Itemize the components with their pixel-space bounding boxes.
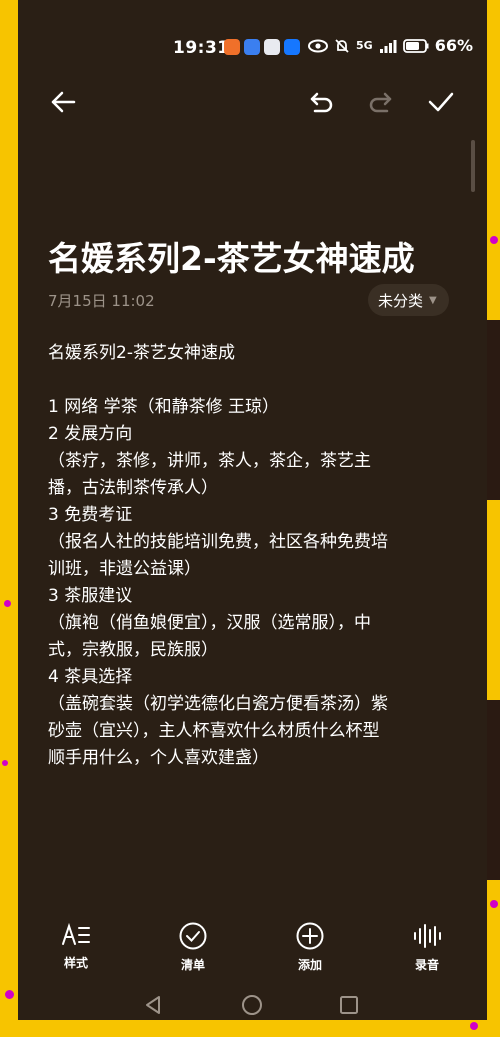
notification-icons (224, 39, 300, 55)
body-line: 名媛系列2-茶艺女神速成 (48, 343, 235, 363)
alipay-icon (284, 39, 300, 55)
system-nav-bar (18, 990, 487, 1020)
record-label: 录音 (414, 958, 439, 972)
add-button[interactable]: 添加 (275, 922, 345, 973)
system-icons: 5G 66% (308, 36, 473, 55)
eye-icon (308, 39, 328, 52)
body-line: 砂壶（宜兴），主人杯喜欢什么材质什么杯型 (48, 721, 380, 741)
audio-wave-icon (414, 924, 441, 948)
battery-icon (402, 38, 429, 53)
body-line: 4 茶具选择 (48, 667, 133, 687)
body-line: （旗袍（俏鱼娘便宜），汉服（选常服），中 (48, 613, 371, 633)
done-button[interactable] (419, 80, 463, 124)
decorative-dot (470, 1022, 478, 1030)
scrollbar[interactable] (471, 140, 475, 192)
body-line: 3 免费考证 (48, 505, 133, 525)
body-line: 训班，非遗公益课） (48, 559, 201, 579)
decorative-dot (2, 760, 8, 766)
note-title[interactable]: 名媛系列2-茶艺女神速成 (48, 232, 415, 280)
triangle-back-icon (146, 996, 160, 1014)
decorative-dot (490, 900, 498, 908)
app-icon-blue (244, 39, 260, 55)
body-line: 式，宗教服，民族服） (48, 640, 218, 660)
text-style-icon (62, 922, 90, 945)
app-icon-orange (224, 39, 240, 55)
background-photo-edge (486, 320, 500, 500)
body-line: （茶疗，茶修，讲师，茶人，茶企，茶艺主 (48, 451, 371, 471)
chevron-down-icon: ▼ (429, 294, 437, 306)
status-time: 19:31 (173, 38, 230, 58)
phone-screen: 19:31 5G 66% 名媛系列2-茶艺女神速成 7月15日 11:02 未分… (18, 0, 487, 1020)
signal-icon (379, 39, 397, 53)
redo-button[interactable] (358, 80, 402, 124)
add-label: 添加 (297, 958, 322, 972)
body-line: 2 发展方向 (48, 424, 133, 444)
body-line: 顺手用什么，个人喜欢建盏） (48, 748, 269, 768)
style-button[interactable]: 样式 (41, 922, 111, 971)
nav-recents-button[interactable] (334, 990, 364, 1020)
nav-back-button[interactable] (138, 990, 168, 1020)
arrow-left-icon (51, 91, 76, 113)
square-recents-icon (340, 996, 358, 1014)
body-line: （盖碗套装（初学选德化白瓷方便看茶汤）紫 (48, 694, 388, 714)
add-circle-icon (296, 922, 324, 950)
decorative-dot (4, 600, 11, 607)
bottom-toolbar: 样式 清单 添加 录音 (18, 922, 487, 982)
checkmark-icon (428, 92, 454, 112)
mute-icon (335, 38, 349, 53)
decorative-dot (5, 990, 14, 999)
style-label: 样式 (63, 956, 88, 970)
body-line: （报名人社的技能培训免费，社区各种免费培 (48, 532, 388, 552)
note-date: 7月15日 11:02 (48, 292, 155, 310)
checklist-icon (179, 922, 207, 950)
back-button[interactable] (41, 80, 85, 124)
body-line: 播，古法制茶传承人） (48, 478, 218, 498)
undo-icon (310, 92, 333, 113)
background-photo-edge (486, 700, 500, 880)
redo-icon (369, 92, 392, 113)
battery-level: 66% (434, 36, 473, 55)
decorative-dot (490, 236, 498, 244)
circle-home-icon (242, 995, 262, 1015)
category-label: 未分类 (378, 291, 424, 310)
checklist-label: 清单 (180, 958, 205, 972)
category-selector[interactable]: 未分类 ▼ (368, 284, 449, 316)
note-body[interactable]: 名媛系列2-茶艺女神速成 1 网络 学茶（和静茶修 王琼） 2 发展方向 （茶疗… (48, 340, 463, 772)
undo-button[interactable] (300, 80, 344, 124)
network-type: 5G (356, 39, 373, 52)
body-blank-line (48, 367, 463, 394)
body-line: 3 茶服建议 (48, 586, 133, 606)
body-line: 1 网络 学茶（和静茶修 王琼） (48, 397, 280, 417)
editor-toolbar (18, 80, 487, 130)
checklist-button[interactable]: 清单 (158, 922, 228, 973)
weibo-icon (264, 39, 280, 55)
record-button[interactable]: 录音 (392, 922, 462, 973)
nav-home-button[interactable] (237, 990, 267, 1020)
status-bar: 19:31 5G 66% (18, 0, 487, 66)
